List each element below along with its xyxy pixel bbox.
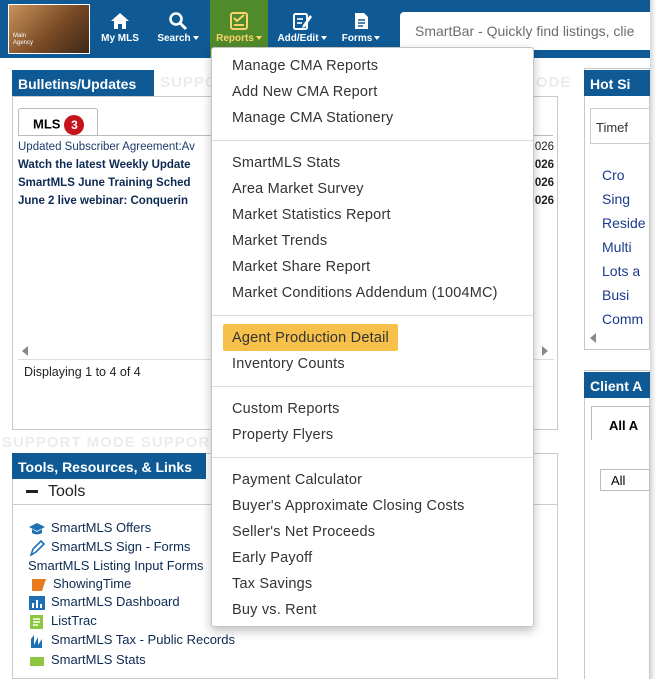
tool-link[interactable]: SmartMLS Offers: [28, 520, 151, 537]
scroll-left-arrow-icon[interactable]: [590, 333, 596, 343]
hot-sheet-link[interactable]: Reside: [602, 215, 646, 231]
menu-item-market-trends[interactable]: Market Trends: [232, 233, 327, 249]
menu-item-inventory-counts[interactable]: Inventory Counts: [232, 356, 345, 372]
collapse-icon[interactable]: [26, 490, 38, 494]
tool-label: SmartMLS Listing Input Forms: [28, 558, 204, 573]
nav-my-mls[interactable]: My MLS: [97, 0, 143, 58]
smartbar-input[interactable]: SmartBar - Quickly find listings, clie: [400, 12, 650, 50]
tool-link[interactable]: SmartMLS Stats: [28, 652, 146, 666]
tools-title: Tools, Resources, & Links: [12, 453, 206, 479]
tool-link[interactable]: ListTrac: [28, 613, 97, 630]
menu-item-market-statistics-report[interactable]: Market Statistics Report: [232, 207, 391, 223]
tab-mls-label: MLS: [33, 116, 61, 132]
tax-records-icon: [31, 634, 42, 648]
nav-add-edit-label: Add/Edit: [277, 33, 319, 44]
tool-label: SmartMLS Stats: [51, 652, 146, 666]
tab-all-active[interactable]: All A: [591, 406, 650, 440]
hot-sheet-link[interactable]: Multi: [602, 239, 632, 255]
bulletin-title: SmartMLS June Training Sched: [18, 177, 191, 189]
tab-mls[interactable]: MLS 3: [18, 108, 98, 136]
menu-item-property-flyers[interactable]: Property Flyers: [232, 427, 333, 443]
menu-divider: [212, 386, 533, 387]
tool-label: ListTrac: [51, 613, 97, 628]
listtrac-icon: [30, 614, 43, 629]
document-icon: [355, 13, 368, 29]
report-icon: [230, 12, 248, 30]
menu-item-early-payoff[interactable]: Early Payoff: [232, 550, 312, 566]
hot-sheet-link[interactable]: Comm: [602, 311, 643, 327]
nav-search[interactable]: Search: [150, 0, 206, 58]
hot-sheet-link[interactable]: Cro: [602, 167, 625, 183]
unread-count-badge: 3: [64, 115, 85, 135]
tool-link[interactable]: SmartMLS Dashboard: [28, 594, 180, 611]
scroll-right-arrow-icon[interactable]: [542, 346, 548, 356]
menu-item-manage-cma-reports[interactable]: Manage CMA Reports: [232, 58, 378, 74]
reports-dropdown-menu: Manage CMA Reports Add New CMA Report Ma…: [211, 47, 534, 627]
menu-item-market-share-report[interactable]: Market Share Report: [232, 259, 370, 275]
menu-item-tax-savings[interactable]: Tax Savings: [232, 576, 312, 592]
hot-sheets-title: Hot Si: [584, 70, 650, 96]
chevron-down-icon: [374, 36, 381, 41]
tools-section-label: Tools: [48, 483, 86, 500]
bulletin-title: Watch the latest Weekly Update: [18, 159, 191, 171]
client-panel-title: Client A: [584, 372, 650, 398]
hot-sheet-link[interactable]: Busi: [602, 287, 629, 303]
tool-link[interactable]: SmartMLS Tax - Public Records: [28, 632, 235, 649]
hot-sheet-link[interactable]: Sing: [602, 191, 630, 207]
agency-logo[interactable]: Main Agency: [8, 4, 90, 54]
menu-item-market-conditions-addendum[interactable]: Market Conditions Addendum (1004MC): [232, 285, 498, 301]
chevron-down-icon: [192, 36, 199, 41]
stats-icon: [30, 656, 44, 666]
tool-link[interactable]: ShowingTime: [30, 576, 131, 593]
home-icon: [111, 13, 129, 29]
edit-icon: [293, 13, 312, 30]
menu-item-sellers-net-proceeds[interactable]: Seller's Net Proceeds: [232, 524, 375, 540]
bulletin-date: 026: [534, 177, 554, 189]
pen-icon: [29, 539, 46, 556]
tool-label: SmartMLS Tax - Public Records: [51, 632, 235, 647]
menu-divider: [212, 140, 533, 141]
bulletins-title: Bulletins/Updates: [12, 70, 154, 96]
torn-edge-shadow: [650, 0, 656, 679]
bulletin-date: 026: [534, 141, 554, 153]
client-filter-select[interactable]: All: [600, 469, 650, 491]
nav-forms-label: Forms: [341, 33, 373, 44]
nav-search-label: Search: [157, 33, 191, 44]
timeframe-select[interactable]: Timef: [590, 108, 650, 144]
graduation-cap-icon: [29, 522, 45, 535]
tool-label: SmartMLS Dashboard: [51, 594, 180, 609]
hot-sheet-link[interactable]: Lots a: [602, 263, 640, 279]
menu-item-smartmls-stats[interactable]: SmartMLS Stats: [232, 155, 340, 171]
bulletin-date: 026: [534, 195, 554, 207]
scroll-left-arrow-icon[interactable]: [22, 346, 28, 356]
menu-item-manage-cma-stationery[interactable]: Manage CMA Stationery: [232, 110, 393, 126]
menu-item-add-new-cma-report[interactable]: Add New CMA Report: [232, 84, 377, 100]
menu-divider: [212, 315, 533, 316]
chevron-down-icon: [320, 36, 327, 41]
menu-item-payment-calculator[interactable]: Payment Calculator: [232, 472, 362, 488]
menu-item-buyers-closing-costs[interactable]: Buyer's Approximate Closing Costs: [232, 498, 465, 514]
nav-reports-label: Reports: [216, 33, 254, 44]
chevron-down-icon: [255, 36, 262, 41]
bulletin-title: June 2 live webinar: Conquerin: [18, 195, 188, 207]
tool-label: ShowingTime: [53, 576, 132, 591]
tool-label: SmartMLS Sign - Forms: [51, 539, 191, 554]
bulletin-date: 026: [534, 159, 554, 171]
tool-link[interactable]: SmartMLS Sign - Forms: [28, 539, 190, 556]
bulletin-title: Updated Subscriber Agreement:Av: [18, 141, 195, 153]
search-icon: [169, 12, 188, 31]
menu-item-area-market-survey[interactable]: Area Market Survey: [232, 181, 364, 197]
menu-item-buy-vs-rent[interactable]: Buy vs. Rent: [232, 602, 317, 618]
tool-label: SmartMLS Offers: [51, 520, 152, 535]
dashboard-icon: [29, 595, 45, 610]
tool-link[interactable]: SmartMLS Listing Input Forms: [28, 558, 204, 573]
logo-text: Main Agency: [13, 33, 34, 46]
menu-item-agent-production-detail[interactable]: Agent Production Detail: [223, 324, 398, 351]
nav-my-mls-label: My MLS: [101, 33, 139, 44]
showingtime-logo-icon: [32, 578, 46, 591]
menu-item-custom-reports[interactable]: Custom Reports: [232, 401, 340, 417]
menu-divider: [212, 457, 533, 458]
